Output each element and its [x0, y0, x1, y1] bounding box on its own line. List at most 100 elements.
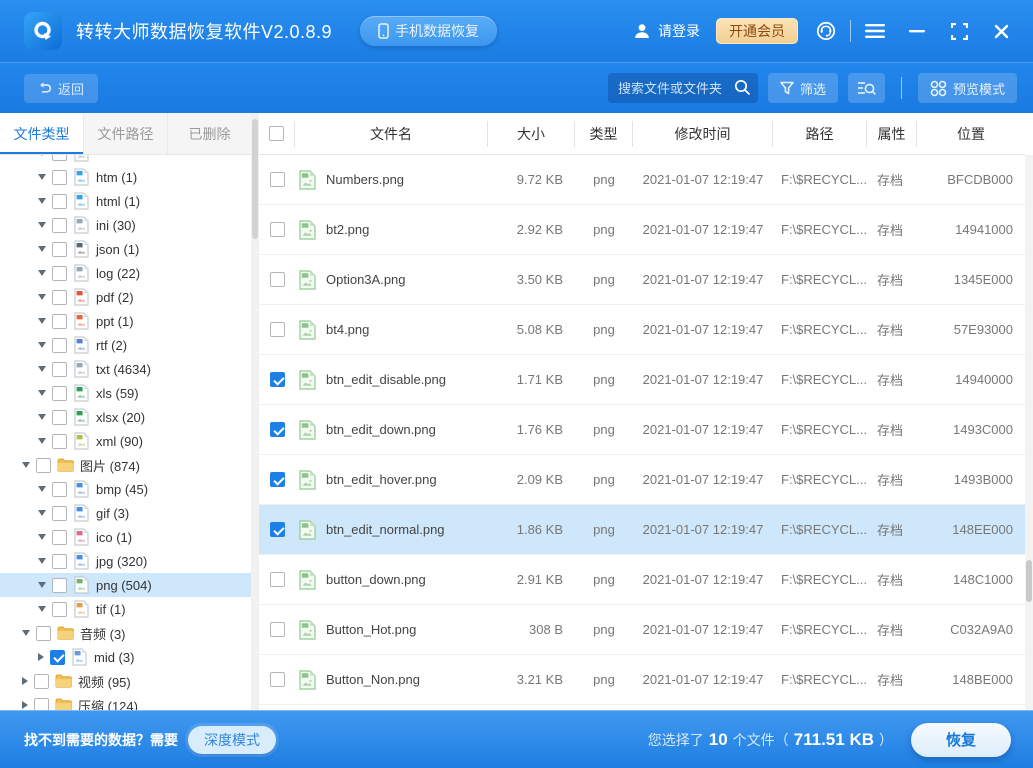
select-all-checkbox[interactable] — [269, 126, 284, 141]
collapse-arrow-icon[interactable] — [22, 462, 30, 468]
tree-item-log[interactable]: log (22) — [0, 261, 251, 285]
close-icon[interactable] — [987, 17, 1015, 45]
table-row[interactable]: bt4.png5.08 KBpng2021-01-07 12:19:47F:\$… — [259, 305, 1025, 355]
table-row[interactable]: Option3A.png3.50 KBpng2021-01-07 12:19:4… — [259, 255, 1025, 305]
back-button[interactable]: 返回 — [24, 74, 98, 103]
customer-service-icon[interactable] — [812, 17, 840, 45]
tree-item-图片[interactable]: 图片 (874) — [0, 453, 251, 477]
collapse-arrow-icon[interactable] — [38, 414, 46, 420]
tree-checkbox[interactable] — [52, 386, 67, 401]
tree-checkbox[interactable] — [52, 554, 67, 569]
login-button[interactable]: 请登录 — [633, 21, 700, 41]
collapse-arrow-icon[interactable] — [38, 155, 46, 156]
table-row[interactable]: btn_edit_disable.png1.71 KBpng2021-01-07… — [259, 355, 1025, 405]
collapse-arrow-icon[interactable] — [38, 294, 46, 300]
sidebar-scrollbar-thumb[interactable] — [252, 119, 258, 239]
expand-arrow-icon[interactable] — [22, 677, 28, 685]
column-header-attr[interactable]: 属性 — [867, 121, 917, 147]
tree-checkbox[interactable] — [52, 362, 67, 377]
collapse-arrow-icon[interactable] — [38, 270, 46, 276]
tree-item-png[interactable]: png (504) — [0, 573, 251, 597]
recover-button[interactable]: 恢复 — [911, 723, 1011, 757]
table-row[interactable]: button_down.png2.91 KBpng2021-01-07 12:1… — [259, 555, 1025, 605]
tree-item-xlsx[interactable]: xlsx (20) — [0, 405, 251, 429]
tab-file-type[interactable]: 文件类型 — [0, 113, 84, 154]
collapse-arrow-icon[interactable] — [38, 246, 46, 252]
row-checkbox[interactable] — [270, 222, 285, 237]
tree-item-html[interactable]: html (1) — [0, 189, 251, 213]
tree-item-json[interactable]: json (1) — [0, 237, 251, 261]
tree-checkbox[interactable] — [52, 338, 67, 353]
tree-checkbox[interactable] — [52, 218, 67, 233]
table-row[interactable]: btn_edit_hover.png2.09 KBpng2021-01-07 1… — [259, 455, 1025, 505]
column-header-pos[interactable]: 位置 — [917, 121, 1025, 147]
phone-recovery-button[interactable]: 手机数据恢复 — [360, 16, 497, 46]
tree-checkbox[interactable] — [52, 482, 67, 497]
column-header-name[interactable]: 文件名 — [295, 121, 488, 147]
tree-checkbox[interactable] — [34, 698, 49, 711]
tree-checkbox[interactable] — [36, 458, 51, 473]
collapse-arrow-icon[interactable] — [22, 630, 30, 636]
tree-checkbox[interactable] — [34, 674, 49, 689]
tree-item-视频[interactable]: 视频 (95) — [0, 669, 251, 693]
row-checkbox[interactable] — [270, 622, 285, 637]
tree-item-jpg[interactable]: jpg (320) — [0, 549, 251, 573]
tree-checkbox[interactable] — [52, 290, 67, 305]
tree-item-ppt[interactable]: ppt (1) — [0, 309, 251, 333]
table-row[interactable]: btn_edit_down.png1.76 KBpng2021-01-07 12… — [259, 405, 1025, 455]
minimize-icon[interactable] — [903, 17, 931, 45]
table-row[interactable]: Button_Non.png3.21 KBpng2021-01-07 12:19… — [259, 655, 1025, 705]
collapse-arrow-icon[interactable] — [38, 558, 46, 564]
tab-file-path[interactable]: 文件路径 — [84, 113, 168, 154]
row-checkbox[interactable] — [270, 322, 285, 337]
collapse-arrow-icon[interactable] — [38, 510, 46, 516]
tree-checkbox[interactable] — [36, 626, 51, 641]
tree-item-xml[interactable]: xml (90) — [0, 429, 251, 453]
row-checkbox[interactable] — [270, 572, 285, 587]
tree-checkbox[interactable] — [52, 506, 67, 521]
column-header-mtime[interactable]: 修改时间 — [633, 121, 773, 147]
vip-button[interactable]: 开通会员 — [716, 18, 798, 44]
tab-deleted[interactable]: 已删除 — [168, 113, 251, 154]
row-checkbox[interactable] — [270, 172, 285, 187]
tree-item-mid[interactable]: mid (3) — [0, 645, 251, 669]
column-header-path[interactable]: 路径 — [773, 121, 867, 147]
tree-checkbox[interactable] — [52, 242, 67, 257]
tree-item-txt[interactable]: txt (4634) — [0, 357, 251, 381]
expand-arrow-icon[interactable] — [38, 653, 44, 661]
tree-item-音频[interactable]: 音频 (3) — [0, 621, 251, 645]
tree-checkbox[interactable] — [52, 170, 67, 185]
expand-arrow-icon[interactable] — [22, 701, 28, 709]
tree-item-htm[interactable]: htm (1) — [0, 165, 251, 189]
table-row[interactable]: btn_edit_normal.png1.86 KBpng2021-01-07 … — [259, 505, 1025, 555]
advanced-search-button[interactable] — [848, 73, 885, 103]
row-checkbox[interactable] — [270, 522, 285, 537]
search-icon[interactable] — [734, 79, 751, 101]
row-checkbox[interactable] — [270, 472, 285, 487]
tree-item-rtf[interactable]: rtf (2) — [0, 333, 251, 357]
maximize-icon[interactable] — [945, 17, 973, 45]
tree-item-pdf[interactable]: pdf (2) — [0, 285, 251, 309]
collapse-arrow-icon[interactable] — [38, 582, 46, 588]
collapse-arrow-icon[interactable] — [38, 390, 46, 396]
preview-mode-button[interactable]: 预览模式 — [918, 73, 1017, 103]
collapse-arrow-icon[interactable] — [38, 318, 46, 324]
collapse-arrow-icon[interactable] — [38, 342, 46, 348]
tree-checkbox[interactable] — [52, 194, 67, 209]
row-checkbox[interactable] — [270, 272, 285, 287]
row-checkbox[interactable] — [270, 372, 285, 387]
collapse-arrow-icon[interactable] — [38, 366, 46, 372]
table-row[interactable]: bt2.png2.92 KBpng2021-01-07 12:19:47F:\$… — [259, 205, 1025, 255]
tree-checkbox[interactable] — [52, 266, 67, 281]
menu-icon[interactable] — [861, 17, 889, 45]
collapse-arrow-icon[interactable] — [38, 606, 46, 612]
tree-item-gif[interactable]: gif (3) — [0, 501, 251, 525]
collapse-arrow-icon[interactable] — [38, 222, 46, 228]
tree-checkbox[interactable] — [52, 434, 67, 449]
tree-checkbox[interactable] — [52, 314, 67, 329]
column-header-size[interactable]: 大小 — [488, 121, 575, 147]
tree-item-partial[interactable] — [0, 155, 251, 165]
tree-item-ini[interactable]: ini (30) — [0, 213, 251, 237]
table-scrollbar-thumb[interactable] — [1026, 560, 1032, 602]
tree-checkbox[interactable] — [50, 650, 65, 665]
